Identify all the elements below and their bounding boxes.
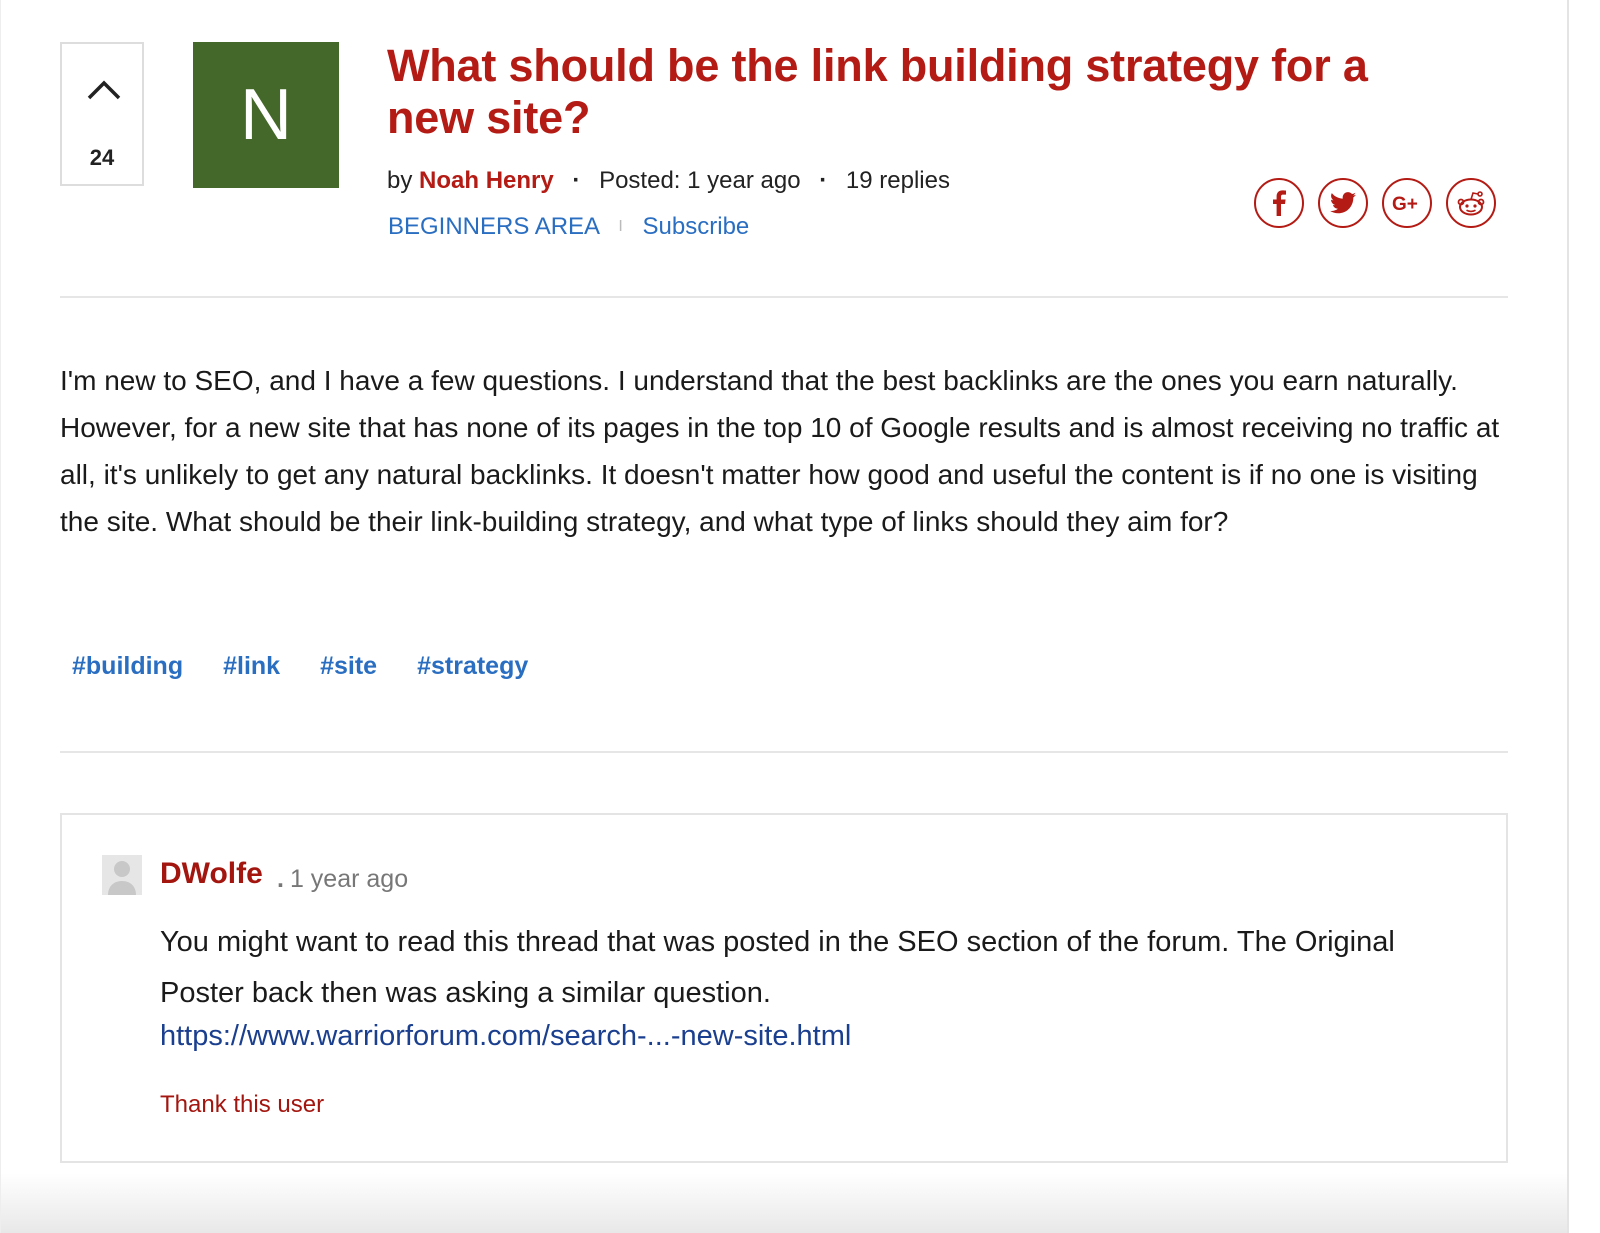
subscribe-link[interactable]: Subscribe — [643, 213, 750, 240]
category-row: BEGINNERS AREA I Subscribe — [388, 213, 749, 241]
posted-time: Posted: 1 year ago — [599, 167, 801, 194]
reply-thread-link[interactable]: https://www.warriorforum.com/search-...-… — [160, 1020, 851, 1053]
author-link[interactable]: Noah Henry — [419, 167, 554, 194]
user-placeholder-icon — [108, 861, 136, 895]
reply-avatar[interactable] — [102, 855, 142, 895]
reply-card: DWolfe .1 year ago You might want to rea… — [60, 813, 1508, 1163]
by-label: by — [387, 167, 413, 194]
thread-page: 24 N What should be the link building st… — [0, 0, 1569, 1233]
post-body: I'm new to SEO, and I have a few questio… — [60, 365, 1500, 537]
reddit-icon — [1457, 191, 1485, 216]
vote-count: 24 — [89, 145, 115, 170]
meta-dot: · — [819, 167, 828, 194]
post-divider — [60, 751, 1508, 753]
upvote-button[interactable]: 24 — [60, 42, 144, 186]
reply-dot: . — [277, 865, 284, 893]
author-avatar[interactable]: N — [193, 42, 339, 188]
google-plus-icon: G+ — [1392, 194, 1418, 213]
bottom-shadow — [1, 1173, 1567, 1233]
meta-dot: · — [572, 167, 581, 194]
share-facebook-button[interactable] — [1254, 178, 1304, 228]
share-reddit-button[interactable] — [1446, 178, 1496, 228]
share-google-plus-button[interactable]: G+ — [1382, 178, 1432, 228]
reply-time: 1 year ago — [289, 865, 409, 893]
tag-list: #building #link #site #strategy — [72, 652, 528, 681]
reply-meta: .1 year ago — [277, 865, 408, 894]
tag-link[interactable]: #building — [72, 652, 183, 681]
tag-link[interactable]: #site — [320, 652, 377, 681]
social-share: G+ — [1254, 178, 1496, 228]
tag-link[interactable]: #link — [223, 652, 280, 681]
reply-username[interactable]: DWolfe — [160, 857, 263, 891]
share-twitter-button[interactable] — [1318, 178, 1368, 228]
thread-title: What should be the link building strateg… — [387, 40, 1368, 143]
thank-user-button[interactable]: Thank this user — [160, 1091, 324, 1119]
thread-meta: by Noah Henry · Posted: 1 year ago · 19 … — [387, 167, 950, 195]
chevron-up-icon — [87, 80, 121, 100]
svg-text:G+: G+ — [1392, 194, 1418, 213]
header-divider — [60, 296, 1508, 298]
reply-text: You might want to read this thread that … — [160, 926, 1395, 1009]
twitter-icon — [1330, 192, 1356, 214]
facebook-icon — [1273, 190, 1286, 216]
tag-link[interactable]: #strategy — [417, 652, 528, 681]
category-link[interactable]: BEGINNERS AREA — [388, 213, 599, 240]
separator: I — [618, 218, 623, 235]
reply-count: 19 replies — [845, 167, 950, 194]
